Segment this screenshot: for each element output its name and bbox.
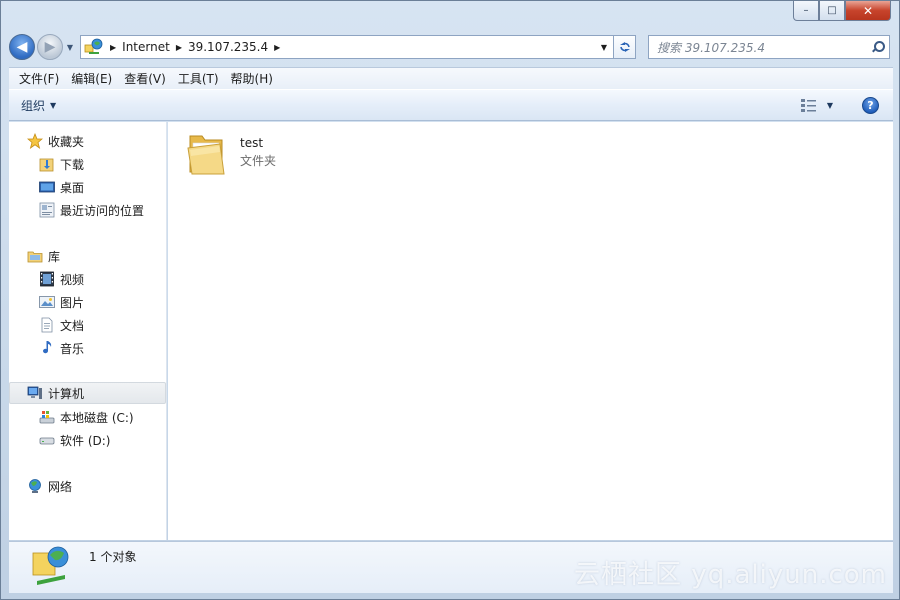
- folder-item[interactable]: test 文件夹: [186, 130, 276, 176]
- organize-label: 组织: [21, 98, 46, 113]
- sidebar-item-label: 音乐: [60, 341, 85, 356]
- sidebar-header-label: 计算机: [48, 386, 85, 401]
- sidebar-item-label: 桌面: [60, 180, 85, 195]
- address-bar[interactable]: ▶ Internet ▶ 39.107.235.4 ▶ ▼: [80, 35, 614, 59]
- sidebar-item-label: 图片: [60, 295, 85, 310]
- organize-button[interactable]: 组织 ▼: [21, 97, 56, 114]
- menu-view[interactable]: 查看(V): [118, 70, 172, 87]
- sidebar-item-label: 下载: [60, 157, 85, 172]
- maximize-button[interactable]: □: [819, 1, 845, 21]
- sidebar-item-music[interactable]: 音乐: [39, 337, 84, 359]
- desktop-icon: [39, 179, 55, 195]
- search-icon[interactable]: [871, 40, 885, 54]
- sidebar-libraries[interactable]: 库: [27, 245, 60, 267]
- menu-help[interactable]: 帮助(H): [225, 70, 279, 87]
- sidebar-item-desktop[interactable]: 桌面: [39, 176, 84, 198]
- sidebar-item-recent-places[interactable]: 最近访问的位置: [39, 199, 144, 221]
- folder-text: test 文件夹: [240, 136, 276, 169]
- explorer-window: – □ ✕ ◀ ▶ ▼ ▶ Internet ▶ 39.107.235.4 ▶ …: [0, 0, 900, 600]
- document-icon: [39, 317, 55, 333]
- breadcrumb-separator-icon[interactable]: ▶: [110, 43, 116, 52]
- content-pane: test 文件夹: [168, 122, 893, 540]
- sidebar-item-label: 视频: [60, 272, 85, 287]
- menu-tools[interactable]: 工具(T): [172, 70, 225, 87]
- sidebar-item-videos[interactable]: 视频: [39, 268, 84, 290]
- sidebar-item-label: 文档: [60, 318, 85, 333]
- breadcrumb-separator-icon[interactable]: ▶: [176, 43, 182, 52]
- watermark: 云栖社区 yq.aliyun.com: [574, 560, 887, 590]
- sidebar-item-local-disk-c[interactable]: 本地磁盘 (C:): [39, 406, 134, 428]
- menu-edit[interactable]: 编辑(E): [65, 70, 118, 87]
- sidebar-item-downloads[interactable]: 下载: [39, 153, 84, 175]
- refresh-icon: [619, 42, 630, 52]
- sidebar-item-label: 软件 (D:): [60, 433, 111, 448]
- breadcrumb-separator-icon[interactable]: ▶: [274, 43, 280, 52]
- computer-icon: [27, 385, 43, 401]
- sidebar-item-pictures[interactable]: 图片: [39, 291, 84, 313]
- sidebar-item-documents[interactable]: 文档: [39, 314, 84, 336]
- hard-drive-icon: [39, 432, 55, 448]
- network-location-icon: [31, 545, 71, 589]
- menu-bar: 文件(F) 编辑(E) 查看(V) 工具(T) 帮助(H): [9, 67, 893, 89]
- details-view-icon: [800, 98, 817, 112]
- pictures-icon: [39, 294, 55, 310]
- search-placeholder: 搜索 39.107.235.4: [657, 40, 765, 55]
- sidebar-header-label: 网络: [48, 479, 73, 494]
- sidebar-item-software-d[interactable]: 软件 (D:): [39, 429, 110, 451]
- folder-name: test: [240, 136, 264, 150]
- forward-button[interactable]: ▶: [37, 34, 63, 60]
- command-bar: 组织 ▼ ▼ ?: [9, 89, 893, 121]
- search-input[interactable]: 搜索 39.107.235.4: [648, 35, 890, 59]
- recent-pages-dropdown-icon[interactable]: ▼: [64, 43, 76, 52]
- close-button[interactable]: ✕: [845, 1, 891, 21]
- network-icon: [27, 478, 43, 494]
- item-count-text: 1 个对象: [89, 550, 137, 564]
- folder-type: 文件夹: [240, 154, 277, 168]
- sidebar-item-label: 本地磁盘 (C:): [60, 410, 134, 425]
- system-drive-icon: [39, 409, 55, 425]
- chevron-down-icon: ▼: [50, 100, 57, 110]
- sidebar-header-label: 库: [48, 249, 61, 264]
- sidebar-computer[interactable]: 计算机: [9, 382, 166, 404]
- network-location-icon: [84, 38, 104, 56]
- downloads-folder-icon: [39, 156, 55, 172]
- change-view-button[interactable]: ▼: [800, 98, 833, 112]
- chevron-down-icon: ▼: [826, 100, 833, 110]
- navigation-row: ◀ ▶ ▼ ▶ Internet ▶ 39.107.235.4 ▶ ▼ 搜索 3…: [9, 31, 893, 63]
- sidebar-header-label: 收藏夹: [48, 134, 85, 149]
- refresh-button[interactable]: [614, 35, 636, 59]
- library-icon: [27, 248, 43, 264]
- minimize-button[interactable]: –: [793, 1, 819, 21]
- breadcrumb-host[interactable]: 39.107.235.4: [188, 40, 268, 54]
- caption-buttons: – □ ✕: [793, 1, 891, 21]
- menu-file[interactable]: 文件(F): [13, 70, 65, 87]
- music-note-icon: [39, 340, 55, 356]
- sidebar-favorites[interactable]: 收藏夹: [26, 130, 85, 152]
- navigation-pane: 收藏夹 下载 桌面 最近访问的位置 库 视频 图片 文档 音乐 计算机 本地磁盘…: [9, 122, 167, 540]
- sidebar-network[interactable]: 网络: [27, 475, 72, 497]
- address-history-dropdown-icon[interactable]: ▼: [595, 36, 613, 58]
- star-icon: [26, 132, 44, 149]
- recent-places-icon: [39, 202, 55, 218]
- help-button[interactable]: ?: [862, 97, 879, 114]
- video-icon: [39, 271, 55, 287]
- sidebar-item-label: 最近访问的位置: [60, 203, 145, 218]
- back-button[interactable]: ◀: [9, 34, 35, 60]
- breadcrumb-internet[interactable]: Internet: [122, 40, 170, 54]
- folder-icon: [186, 130, 228, 176]
